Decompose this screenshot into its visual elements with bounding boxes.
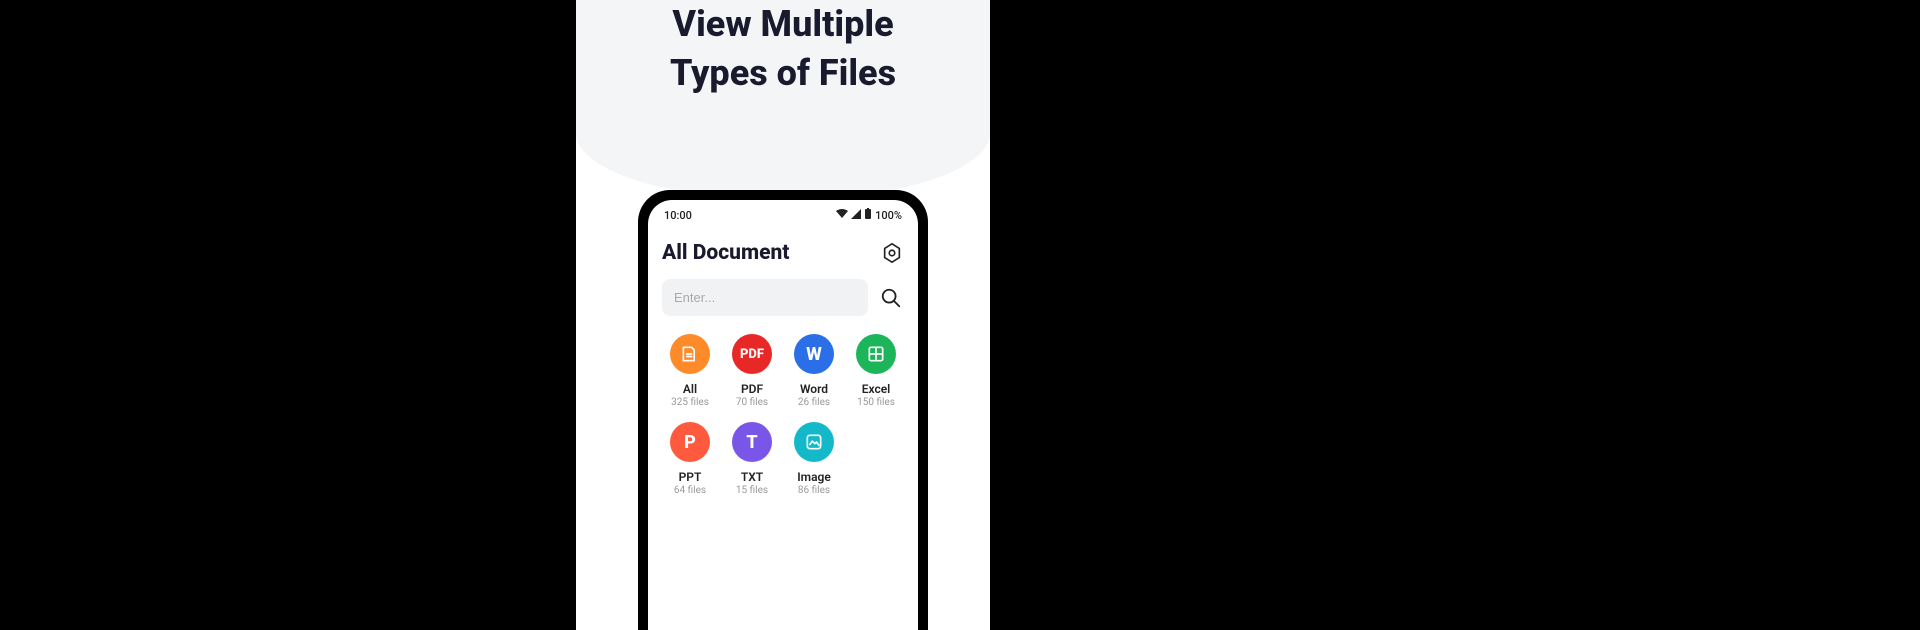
settings-icon: [881, 242, 903, 264]
file-type-image[interactable]: Image 86 files: [786, 422, 842, 496]
app-title: All Document: [662, 241, 789, 265]
file-type-count: 325 files: [671, 397, 709, 408]
settings-button[interactable]: [880, 241, 904, 265]
phone-frame: 10:00 100% All Document: [638, 190, 928, 630]
search-icon: [880, 287, 902, 309]
word-icon: W: [794, 334, 834, 374]
file-type-count: 86 files: [798, 485, 830, 496]
phone-screen: 10:00 100% All Document: [648, 200, 918, 630]
file-type-count: 64 files: [674, 485, 706, 496]
file-type-all[interactable]: All 325 files: [662, 334, 718, 408]
image-icon: [794, 422, 834, 462]
file-type-label: Image: [797, 470, 831, 484]
promo-panel: View Multiple Types of Files 10:00 100%: [576, 0, 990, 630]
file-type-word[interactable]: W Word 26 files: [786, 334, 842, 408]
signal-icon: [851, 209, 861, 222]
search-input[interactable]: [662, 279, 868, 316]
search-row: [662, 279, 904, 316]
file-type-label: Excel: [862, 382, 891, 396]
file-type-pdf[interactable]: PDF PDF 70 files: [724, 334, 780, 408]
pdf-icon: PDF: [732, 334, 772, 374]
all-files-icon: [670, 334, 710, 374]
search-button[interactable]: [878, 285, 904, 311]
file-type-txt[interactable]: T TXT 15 files: [724, 422, 780, 496]
file-type-grid: All 325 files PDF PDF 70 files W Word 26…: [662, 334, 904, 496]
status-bar: 10:00 100%: [662, 206, 904, 227]
file-type-label: PDF: [741, 382, 763, 396]
file-type-count: 150 files: [857, 397, 895, 408]
ppt-icon: P: [670, 422, 710, 462]
file-type-count: 15 files: [736, 485, 768, 496]
file-type-count: 70 files: [736, 397, 768, 408]
file-type-label: PPT: [679, 470, 702, 484]
headline: View Multiple Types of Files: [576, 0, 990, 97]
file-type-excel[interactable]: Excel 150 files: [848, 334, 904, 408]
file-type-ppt[interactable]: P PPT 64 files: [662, 422, 718, 496]
battery-percent: 100%: [875, 209, 902, 222]
wifi-icon: [836, 209, 848, 222]
headline-line-1: View Multiple: [672, 3, 893, 45]
file-type-label: Word: [800, 382, 828, 396]
file-type-count: 26 files: [798, 397, 830, 408]
excel-icon: [856, 334, 896, 374]
status-icons: 100%: [836, 208, 902, 223]
status-time: 10:00: [664, 209, 692, 222]
battery-icon: [864, 208, 872, 223]
file-type-label: TXT: [741, 470, 763, 484]
app-header: All Document: [662, 241, 904, 265]
txt-icon: T: [732, 422, 772, 462]
headline-line-2: Types of Files: [670, 52, 896, 94]
file-type-label: All: [683, 382, 697, 396]
